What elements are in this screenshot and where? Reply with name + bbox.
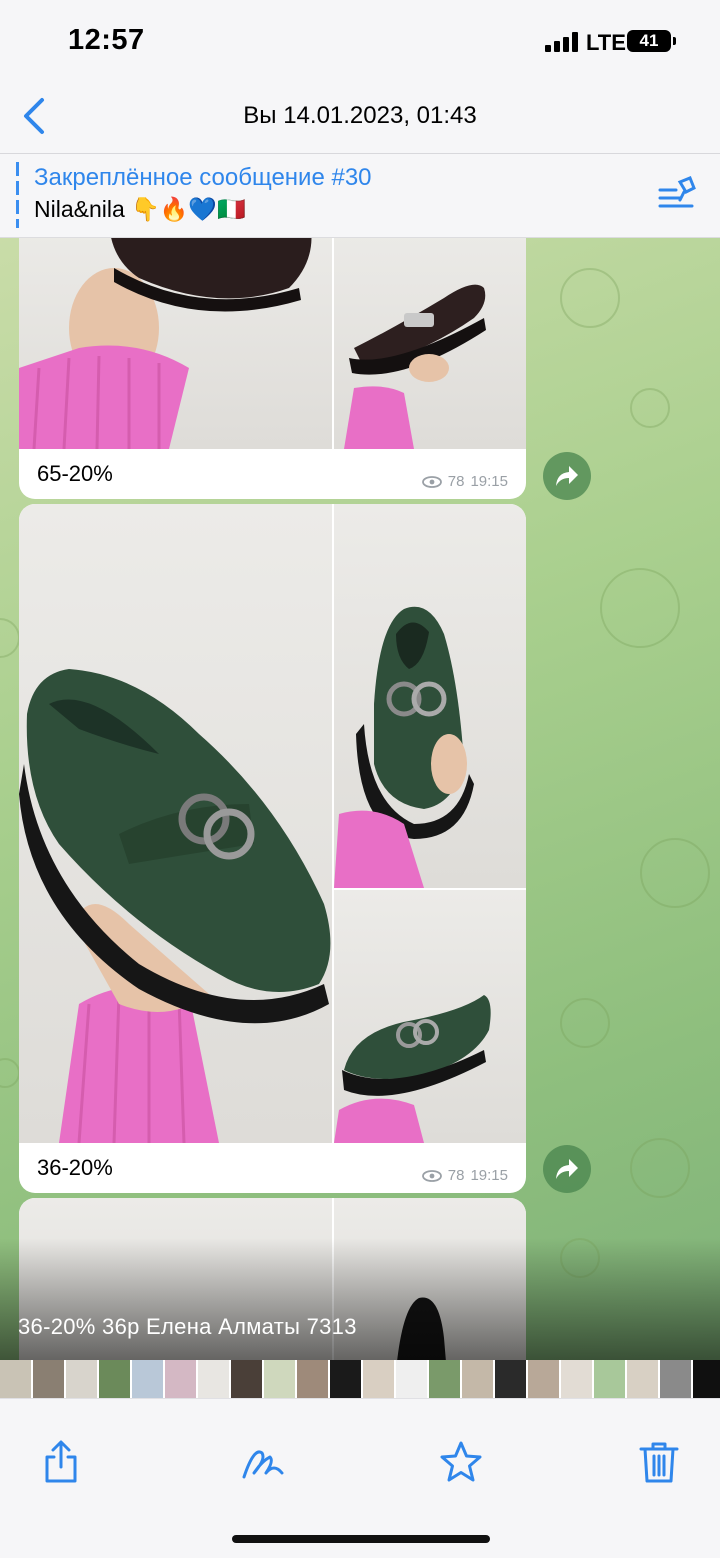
battery-icon: 41 [627, 30, 676, 52]
message-meta: 78 19:15 [421, 473, 508, 490]
wallpaper-doodle [600, 568, 680, 648]
thumbnail[interactable] [627, 1360, 658, 1398]
thumbnail[interactable] [330, 1360, 361, 1398]
thumbnail[interactable] [0, 1360, 31, 1398]
thumbnail[interactable] [528, 1360, 559, 1398]
thumbnail[interactable] [66, 1360, 97, 1398]
message-bubble[interactable]: 65-20% 78 19:15 [19, 238, 526, 499]
thumbnail[interactable] [462, 1360, 493, 1398]
pinned-text: Nila&nila 👇🔥💙🇮🇹 [34, 196, 246, 222]
thumbnail[interactable] [264, 1360, 295, 1398]
wallpaper-doodle [630, 1138, 690, 1198]
pin-list-icon[interactable] [658, 176, 698, 212]
page-title: Вы 14.01.2023, 01:43 [243, 102, 477, 129]
share-icon[interactable] [38, 1439, 84, 1485]
navigation-bar: Вы 14.01.2023, 01:43 [0, 80, 720, 154]
thumbnail-strip[interactable] [0, 1360, 720, 1398]
caption-shade [0, 1238, 720, 1360]
wallpaper-doodle [630, 388, 670, 428]
wallpaper-doodle [0, 618, 20, 658]
thumbnail[interactable] [198, 1360, 229, 1398]
markup-icon[interactable] [240, 1439, 286, 1485]
view-count: 78 [447, 1167, 465, 1184]
thumbnail[interactable] [231, 1360, 262, 1398]
chat-area[interactable]: 65-20% 78 19:15 36-20% 78 19:15 36-20% 3… [0, 238, 720, 1360]
message-meta: 78 19:15 [421, 1167, 508, 1184]
view-count: 78 [447, 473, 465, 490]
forward-icon [556, 1159, 578, 1179]
message-time: 19:15 [470, 1167, 508, 1184]
forward-button[interactable] [543, 452, 591, 500]
photo[interactable] [334, 504, 526, 888]
thumbnail[interactable] [165, 1360, 196, 1398]
wallpaper-doodle [560, 268, 620, 328]
pinned-indicator [16, 162, 19, 228]
wallpaper-doodle [560, 998, 610, 1048]
thumbnail[interactable] [495, 1360, 526, 1398]
views-icon [421, 1169, 442, 1182]
thumbnail[interactable] [33, 1360, 64, 1398]
message-caption: 36-20% [37, 1155, 113, 1180]
forward-button[interactable] [543, 1145, 591, 1193]
bottom-toolbar [0, 1398, 720, 1558]
views-icon [421, 475, 442, 488]
star-icon[interactable] [438, 1439, 484, 1485]
photo[interactable] [334, 238, 526, 449]
thumbnail[interactable] [297, 1360, 328, 1398]
message-caption: 65-20% [37, 461, 113, 486]
home-indicator [232, 1535, 490, 1543]
thumbnail[interactable] [363, 1360, 394, 1398]
pinned-title: Закреплённое сообщение #30 [34, 164, 372, 191]
status-time: 12:57 [68, 24, 145, 56]
signal-icon [545, 32, 579, 52]
thumbnail[interactable] [99, 1360, 130, 1398]
photo[interactable] [19, 504, 332, 1143]
thumbnail[interactable] [561, 1360, 592, 1398]
thumbnail[interactable] [594, 1360, 625, 1398]
thumbnail[interactable] [396, 1360, 427, 1398]
forward-icon [556, 466, 578, 486]
network-label: LTE [586, 30, 626, 55]
thumbnail[interactable] [660, 1360, 691, 1398]
thumbnail[interactable] [693, 1360, 720, 1398]
photo[interactable] [19, 238, 332, 449]
wallpaper-doodle [640, 838, 710, 908]
thumbnail[interactable] [429, 1360, 460, 1398]
photo[interactable] [334, 890, 526, 1143]
pinned-message-bar[interactable]: Закреплённое сообщение #30 Nila&nila 👇🔥💙… [0, 154, 720, 238]
thumbnail[interactable] [132, 1360, 163, 1398]
trash-icon[interactable] [636, 1439, 682, 1485]
wallpaper-doodle [0, 1058, 20, 1088]
message-time: 19:15 [470, 473, 508, 490]
media-caption: 36-20% 36р Елена Алматы 7313 [18, 1314, 357, 1339]
status-bar: 12:57 LTE 41 [0, 0, 720, 80]
message-bubble[interactable]: 36-20% 78 19:15 [19, 504, 526, 1193]
